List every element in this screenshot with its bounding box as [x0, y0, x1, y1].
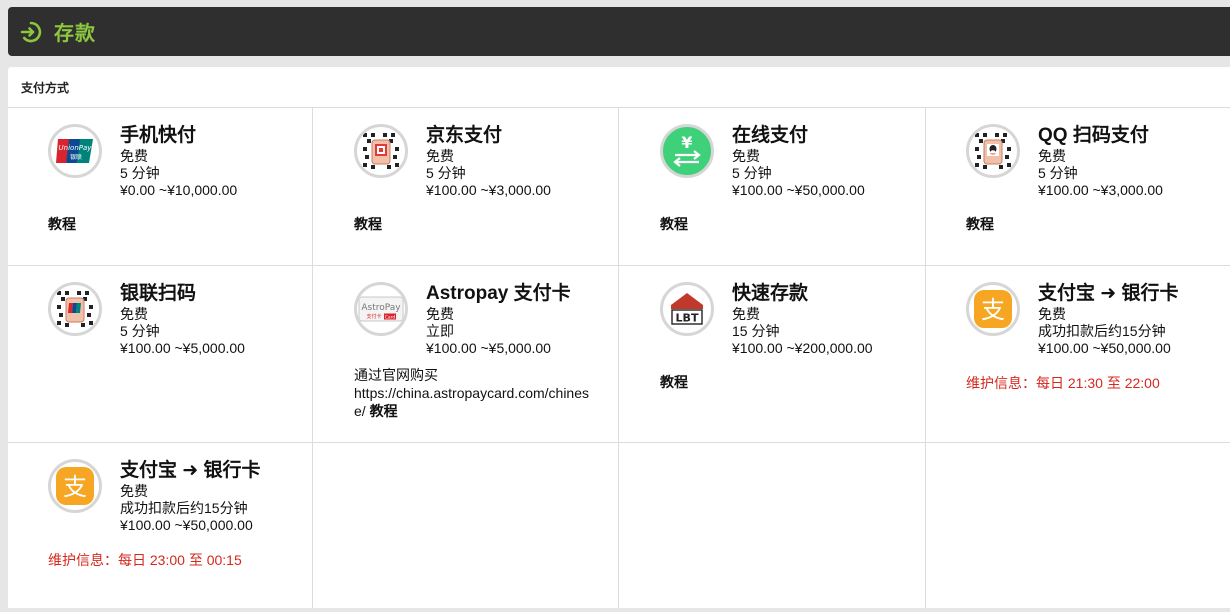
method-time: 立即 — [426, 323, 454, 339]
method-fee: 免费 — [120, 483, 148, 499]
method-fee: 免费 — [120, 148, 148, 164]
method-time: 5 分钟 — [732, 165, 772, 181]
svg-text:支: 支 — [981, 296, 1005, 324]
svg-text:AstroPay: AstroPay — [361, 303, 401, 313]
panel-title: 支付方式 — [8, 67, 1230, 108]
method-range: ¥0.00 ~¥10,000.00 — [120, 182, 238, 198]
svg-text:银联: 银联 — [70, 153, 82, 161]
alipay-logo-icon: 支 — [48, 459, 102, 513]
method-name: Astropay 支付卡 — [426, 283, 571, 304]
method-range: ¥100.00 ~¥3,000.00 — [426, 182, 551, 198]
page-header: 存款 — [8, 7, 1230, 56]
payment-methods-panel: 支付方式 UnionPay 银联 手机快付 免费 5 分钟 ¥0.00 ~¥10… — [8, 67, 1230, 608]
online-pay-icon: ¥ — [660, 124, 714, 178]
page-title: 存款 — [54, 23, 96, 45]
unionpay-scan-qr-icon — [48, 282, 102, 336]
method-fee: 免费 — [1038, 306, 1066, 322]
tutorial-link[interactable]: 教程 — [370, 403, 398, 419]
method-name: 银联扫码 — [120, 283, 197, 304]
method-name: 快速存款 — [732, 283, 809, 304]
astropay-logo-icon: AstroPay 支付卡 Card — [354, 282, 408, 336]
method-range: ¥100.00 ~¥5,000.00 — [426, 340, 551, 356]
svg-text:LBT: LBT — [676, 312, 699, 325]
qq-scan-qr-icon — [966, 124, 1020, 178]
method-name: 支付宝 ➜ 银行卡 — [120, 460, 261, 481]
method-name: 京东支付 — [426, 125, 503, 146]
enter-circle-icon — [20, 21, 42, 42]
method-fee: 免费 — [1038, 148, 1066, 164]
tutorial-link[interactable]: 教程 — [48, 214, 76, 234]
method-name: QQ 扫码支付 — [1038, 125, 1149, 146]
svg-text:Card: Card — [385, 315, 396, 321]
maintenance-notice: 维护信息：每日 21:30 至 22:00 — [966, 375, 1160, 391]
method-range: ¥100.00 ~¥50,000.00 — [732, 182, 865, 198]
svg-text:UnionPay: UnionPay — [59, 144, 93, 152]
method-range: ¥100.00 ~¥50,000.00 — [120, 517, 253, 533]
method-fee: 免费 — [732, 306, 760, 322]
method-name: 支付宝 ➜ 银行卡 — [1038, 283, 1179, 304]
tutorial-link[interactable]: 教程 — [966, 214, 994, 234]
tutorial-link[interactable]: 教程 — [660, 372, 688, 392]
method-time: 5 分钟 — [426, 165, 466, 181]
method-name: 在线支付 — [732, 125, 809, 146]
svg-text:¥: ¥ — [681, 133, 692, 152]
payment-methods-grid: UnionPay 银联 手机快付 免费 5 分钟 ¥0.00 ~¥10,000.… — [8, 108, 1230, 608]
jd-pay-qr-icon — [354, 124, 408, 178]
description-text: 通过官网购买 — [354, 367, 438, 383]
method-name: 手机快付 — [120, 125, 197, 146]
grid-divider — [8, 265, 1230, 266]
method-time: 5 分钟 — [120, 323, 160, 339]
method-time: 成功扣款后约15分钟 — [1038, 323, 1166, 339]
method-range: ¥100.00 ~¥50,000.00 — [1038, 340, 1171, 356]
method-fee: 免费 — [426, 148, 454, 164]
method-range: ¥100.00 ~¥200,000.00 — [732, 340, 873, 356]
method-time: 5 分钟 — [120, 165, 160, 181]
unionpay-logo-icon: UnionPay 银联 — [48, 124, 102, 178]
method-description: 通过官网购买 https://china.astropaycard.com/ch… — [354, 366, 590, 420]
method-fee: 免费 — [426, 306, 454, 322]
method-fee: 免费 — [120, 306, 148, 322]
maintenance-notice: 维护信息：每日 23:00 至 00:15 — [48, 552, 242, 568]
svg-text:支付卡: 支付卡 — [366, 313, 381, 320]
tutorial-link[interactable]: 教程 — [354, 214, 382, 234]
method-fee: 免费 — [732, 148, 760, 164]
lbt-logo-icon: LBT — [660, 282, 714, 336]
svg-text:支: 支 — [63, 473, 87, 501]
method-time: 15 分钟 — [732, 323, 780, 339]
method-time: 5 分钟 — [1038, 165, 1078, 181]
grid-divider — [8, 442, 1230, 443]
method-range: ¥100.00 ~¥3,000.00 — [1038, 182, 1163, 198]
tutorial-link[interactable]: 教程 — [660, 214, 688, 234]
alipay-logo-icon: 支 — [966, 282, 1020, 336]
method-time: 成功扣款后约15分钟 — [120, 500, 248, 516]
method-range: ¥100.00 ~¥5,000.00 — [120, 340, 245, 356]
